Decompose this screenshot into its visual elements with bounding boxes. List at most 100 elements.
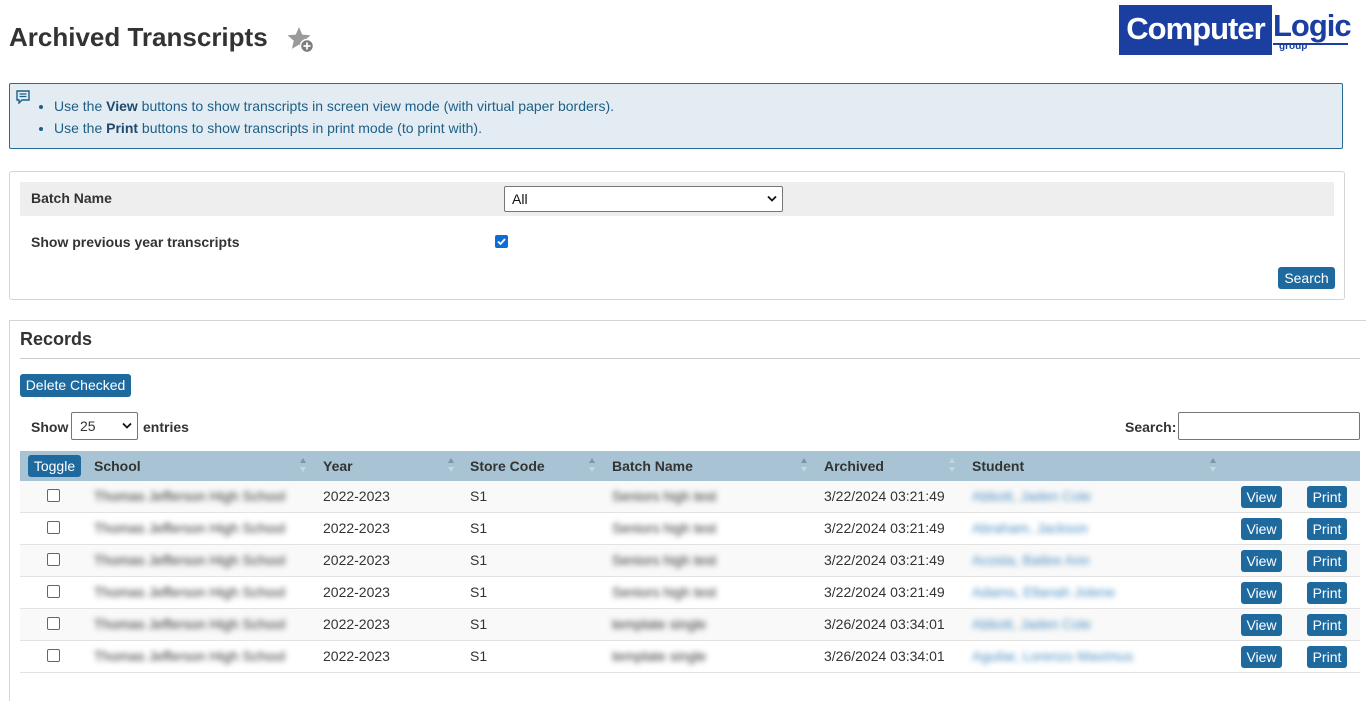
logo-word-logic: Logic <box>1273 8 1352 43</box>
cell-batch-name: template single <box>612 648 707 664</box>
filter-panel: Batch Name All Show previous year transc… <box>9 171 1345 300</box>
row-checkbox[interactable] <box>47 489 60 502</box>
cell-student-link[interactable]: Abraham, Jackson <box>972 520 1088 536</box>
cell-store-code: S1 <box>470 584 488 600</box>
table-row: Thomas Jefferson High School 2022-2023 S… <box>20 481 1360 513</box>
col-store-code[interactable]: Store Code <box>470 458 545 474</box>
sort-icon[interactable] <box>948 456 956 474</box>
view-button[interactable]: View <box>1241 550 1282 572</box>
entries-select[interactable]: 25 <box>71 412 138 440</box>
print-button[interactable]: Print <box>1307 550 1347 572</box>
search-input[interactable] <box>1178 412 1360 440</box>
print-button[interactable]: Print <box>1307 486 1347 508</box>
cell-student-link[interactable]: Acosta, Bailee Ann <box>972 552 1090 568</box>
info-list: Use the View buttons to show transcripts… <box>34 98 614 142</box>
delete-checked-button[interactable]: Delete Checked <box>20 374 131 397</box>
print-button[interactable]: Print <box>1307 582 1347 604</box>
col-student[interactable]: Student <box>972 458 1024 474</box>
table-row: Thomas Jefferson High School 2022-2023 S… <box>20 641 1360 673</box>
cell-archived: 3/26/2024 03:34:01 <box>824 648 945 664</box>
batch-name-select[interactable]: All <box>504 186 783 212</box>
cell-school: Thomas Jefferson High School <box>94 648 286 664</box>
cell-store-code: S1 <box>470 616 488 632</box>
cell-student-link[interactable]: Abbott, Jaden Cole <box>972 488 1091 504</box>
cell-archived: 3/22/2024 03:21:49 <box>824 488 945 504</box>
table-row: Thomas Jefferson High School 2022-2023 S… <box>20 577 1360 609</box>
cell-batch-name: Seniors high test <box>612 584 717 600</box>
cell-batch-name: template single <box>612 616 707 632</box>
cell-batch-name: Seniors high test <box>612 488 717 504</box>
sort-icon[interactable] <box>1209 456 1217 474</box>
cell-year: 2022-2023 <box>323 584 390 600</box>
print-button[interactable]: Print <box>1307 646 1347 668</box>
view-button[interactable]: View <box>1241 486 1282 508</box>
sort-icon[interactable] <box>299 456 307 474</box>
company-logo: Computer Logic group <box>1119 5 1352 55</box>
prev-year-checkbox[interactable] <box>495 235 508 248</box>
records-title: Records <box>20 329 93 349</box>
cell-school: Thomas Jefferson High School <box>94 552 286 568</box>
search-button[interactable]: Search <box>1278 267 1335 289</box>
entries-label: entries <box>143 419 189 435</box>
cell-student-link[interactable]: Adams, Ellanah Jolene <box>972 584 1115 600</box>
col-batch-name[interactable]: Batch Name <box>612 458 693 474</box>
cell-school: Thomas Jefferson High School <box>94 584 286 600</box>
chevron-down-icon <box>122 422 132 429</box>
cell-year: 2022-2023 <box>323 488 390 504</box>
records-panel: Records Delete Checked Show 25 entries S… <box>9 320 1366 701</box>
cell-store-code: S1 <box>470 520 488 536</box>
row-checkbox[interactable] <box>47 553 60 566</box>
batch-name-label: Batch Name <box>31 190 112 206</box>
cell-student-link[interactable]: Abbott, Jaden Cole <box>972 616 1091 632</box>
row-checkbox[interactable] <box>47 521 60 534</box>
batch-row: Batch Name All <box>20 182 1334 216</box>
col-year[interactable]: Year <box>323 458 353 474</box>
col-school[interactable]: School <box>94 458 141 474</box>
print-button[interactable]: Print <box>1307 518 1347 540</box>
table-header: Toggle School Year Store Code Batch Name… <box>20 451 1360 481</box>
cell-student-link[interactable]: Aguilar, Lorenzo Maximus <box>972 648 1133 664</box>
view-button[interactable]: View <box>1241 518 1282 540</box>
row-checkbox[interactable] <box>47 649 60 662</box>
cell-school: Thomas Jefferson High School <box>94 488 286 504</box>
info-box: Use the View buttons to show transcripts… <box>9 83 1343 149</box>
view-button[interactable]: View <box>1241 582 1282 604</box>
cell-year: 2022-2023 <box>323 616 390 632</box>
divider <box>20 358 1360 359</box>
sort-icon[interactable] <box>800 456 808 474</box>
row-checkbox[interactable] <box>47 617 60 630</box>
sort-icon[interactable] <box>588 456 596 474</box>
cell-archived: 3/22/2024 03:21:49 <box>824 552 945 568</box>
cell-archived: 3/22/2024 03:21:49 <box>824 520 945 536</box>
row-checkbox[interactable] <box>47 585 60 598</box>
chevron-down-icon <box>767 195 777 202</box>
view-button[interactable]: View <box>1241 646 1282 668</box>
cell-store-code: S1 <box>470 648 488 664</box>
view-button[interactable]: View <box>1241 614 1282 636</box>
print-button[interactable]: Print <box>1307 614 1347 636</box>
cell-store-code: S1 <box>470 552 488 568</box>
cell-store-code: S1 <box>470 488 488 504</box>
cell-year: 2022-2023 <box>323 648 390 664</box>
prev-year-label: Show previous year transcripts <box>31 234 240 250</box>
cell-batch-name: Seniors high test <box>612 520 717 536</box>
cell-year: 2022-2023 <box>323 552 390 568</box>
logo-word-group: group <box>1279 41 1308 52</box>
cell-batch-name: Seniors high test <box>612 552 717 568</box>
table-row: Thomas Jefferson High School 2022-2023 S… <box>20 609 1360 641</box>
col-archived[interactable]: Archived <box>824 458 884 474</box>
sort-icon[interactable] <box>447 456 455 474</box>
show-label: Show <box>31 419 69 435</box>
cell-school: Thomas Jefferson High School <box>94 520 286 536</box>
toggle-button[interactable]: Toggle <box>28 455 81 477</box>
cell-school: Thomas Jefferson High School <box>94 616 286 632</box>
search-label: Search: <box>1125 419 1177 435</box>
cell-archived: 3/22/2024 03:21:49 <box>824 584 945 600</box>
batch-name-value: All <box>512 191 528 207</box>
page-title: Archived Transcripts <box>9 22 268 52</box>
info-line-print: Use the Print buttons to show transcript… <box>54 120 614 136</box>
add-favorite-icon[interactable] <box>286 25 316 55</box>
checkmark-icon <box>497 238 506 246</box>
comment-icon <box>16 90 30 104</box>
logo-word-computer: Computer <box>1119 5 1272 55</box>
